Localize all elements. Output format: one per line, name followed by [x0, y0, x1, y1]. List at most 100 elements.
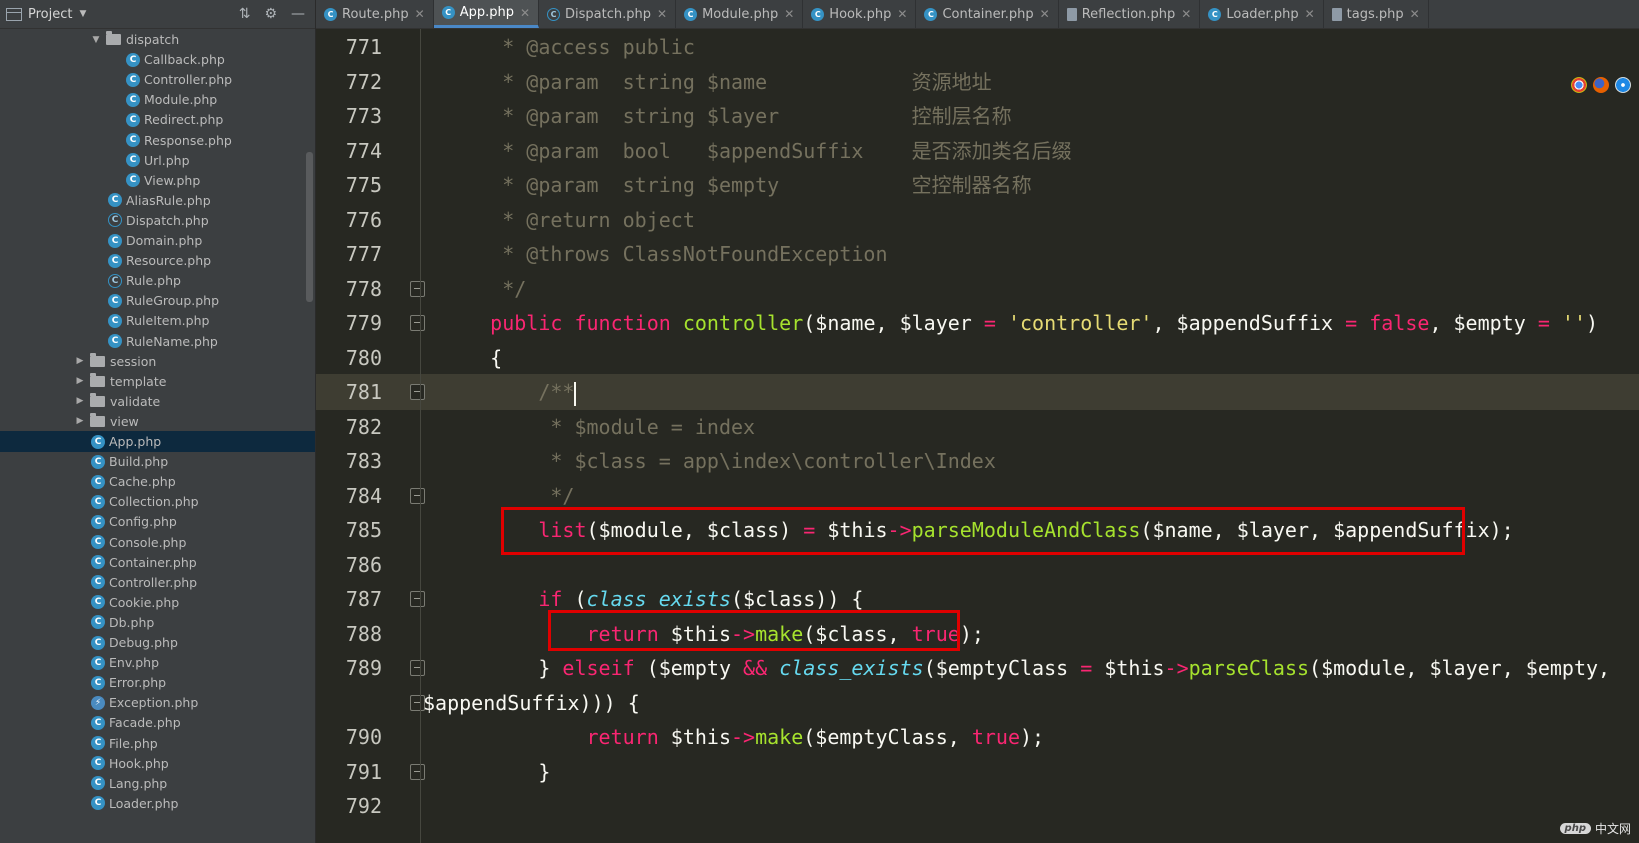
hide-panel-icon[interactable]: — — [291, 6, 305, 22]
code-line[interactable]: 792 — [316, 788, 1639, 824]
gear-icon[interactable]: ⚙ — [264, 6, 277, 22]
project-title[interactable]: Project — [28, 7, 72, 22]
close-icon[interactable]: ✕ — [657, 7, 667, 21]
tree-file[interactable]: C File.php — [0, 733, 315, 754]
tree-folder[interactable]: ▶ validate — [0, 391, 315, 412]
tab-tags[interactable]: tags.php ✕ — [1324, 0, 1429, 28]
code-line[interactable]: 789 } elseif ($empty && class_exists($em… — [316, 650, 1639, 686]
close-icon[interactable]: ✕ — [1305, 7, 1315, 21]
code-line[interactable]: 783 * $class = app\index\controller\Inde… — [316, 443, 1639, 479]
code-line[interactable]: 778 */ — [316, 271, 1639, 307]
close-icon[interactable]: ✕ — [415, 7, 425, 21]
tree-file[interactable]: C View.php — [0, 170, 315, 191]
tree-file[interactable]: C Domain.php — [0, 230, 315, 251]
collapsed-arrow-icon[interactable]: ▶ — [74, 416, 86, 426]
fold-marker-icon[interactable] — [410, 660, 425, 676]
tree-file[interactable]: C Container.php — [0, 552, 315, 573]
tree-file[interactable]: C Callback.php — [0, 49, 315, 70]
fold-marker-icon[interactable] — [410, 487, 425, 504]
tree-file[interactable]: C Resource.php — [0, 250, 315, 271]
tab-module[interactable]: C Module.php ✕ — [676, 0, 804, 28]
close-icon[interactable]: ✕ — [1181, 7, 1191, 21]
tree-file[interactable]: C Cookie.php — [0, 592, 315, 613]
tree-file[interactable]: C Error.php — [0, 672, 315, 693]
collapsed-arrow-icon[interactable]: ▶ — [74, 356, 86, 366]
fold-marker-icon[interactable] — [410, 315, 425, 331]
code-line[interactable]: $appendSuffix))) { — [316, 685, 1639, 721]
collapse-all-icon[interactable]: ⇅ — [239, 6, 251, 22]
tree-folder[interactable]: ▶ template — [0, 371, 315, 392]
tree-file[interactable]: C Db.php — [0, 612, 315, 633]
fold-marker-icon[interactable] — [410, 384, 425, 400]
tree-file[interactable]: C Facade.php — [0, 712, 315, 733]
tab-reflection[interactable]: Reflection.php ✕ — [1059, 0, 1201, 28]
tree-file[interactable]: C Hook.php — [0, 753, 315, 774]
tree-file[interactable]: C Loader.php — [0, 793, 315, 814]
code-editor[interactable]: 771 * @access public 772 * @param string … — [316, 29, 1639, 843]
tree-file[interactable]: C Rule.php — [0, 270, 315, 291]
tree-file[interactable]: C Env.php — [0, 652, 315, 673]
tree-file[interactable]: C Console.php — [0, 532, 315, 553]
tree-file[interactable]: C Cache.php — [0, 471, 315, 492]
tree-file[interactable]: C Controller.php — [0, 69, 315, 90]
collapsed-arrow-icon[interactable]: ▶ — [74, 396, 86, 406]
code-line[interactable]: 791 } — [316, 754, 1639, 790]
collapsed-arrow-icon[interactable]: ▶ — [74, 376, 86, 386]
close-icon[interactable]: ✕ — [1040, 7, 1050, 21]
expanded-arrow-icon[interactable]: ▼ — [90, 35, 102, 45]
firefox-icon[interactable] — [1593, 77, 1609, 93]
code-line[interactable]: 775 * @param string $empty 空控制器名称 — [316, 167, 1639, 203]
code-line[interactable]: 780 { — [316, 340, 1639, 376]
tree-file[interactable]: C Debug.php — [0, 632, 315, 653]
tree-file[interactable]: C Url.php — [0, 150, 315, 171]
code-line[interactable]: 790 return $this->make($emptyClass, true… — [316, 719, 1639, 755]
tab-hook[interactable]: C Hook.php ✕ — [803, 0, 917, 28]
tree-file[interactable]: C App.php — [0, 431, 315, 452]
code-line[interactable]: 772 * @param string $name 资源地址 — [316, 64, 1639, 100]
fold-marker-icon[interactable] — [410, 591, 425, 607]
chrome-icon[interactable] — [1571, 77, 1587, 93]
code-line[interactable]: 779 public function controller($name, $l… — [316, 305, 1639, 341]
code-line[interactable]: 787 if (class_exists($class)) { — [316, 581, 1639, 617]
chevron-down-icon[interactable]: ▼ — [79, 9, 86, 19]
tree-file[interactable]: C AliasRule.php — [0, 190, 315, 211]
code-line[interactable]: 782 * $module = index — [316, 409, 1639, 445]
code-line[interactable]: 777 * @throws ClassNotFoundException — [316, 236, 1639, 272]
fold-marker-icon[interactable] — [410, 763, 425, 780]
tab-loader[interactable]: C Loader.php ✕ — [1200, 0, 1324, 28]
tab-app[interactable]: C App.php ✕ — [433, 0, 540, 28]
tree-file[interactable]: C Collection.php — [0, 491, 315, 512]
fold-marker-icon[interactable] — [410, 280, 425, 297]
tab-container[interactable]: C Container.php ✕ — [916, 0, 1059, 28]
tree-file[interactable]: ⚡ Exception.php — [0, 692, 315, 713]
tree-folder[interactable]: ▶ view — [0, 411, 315, 432]
code-line[interactable]: 773 * @param string $layer 控制层名称 — [316, 98, 1639, 134]
tree-folder[interactable]: ▼ dispatch — [0, 29, 315, 50]
code-line[interactable]: 781 /** — [316, 374, 1639, 410]
sidebar-scrollbar[interactable] — [306, 152, 313, 302]
code-token: return — [586, 725, 659, 749]
close-icon[interactable]: ✕ — [1410, 7, 1420, 21]
tree-file[interactable]: C RuleItem.php — [0, 310, 315, 331]
tree-file[interactable]: C Redirect.php — [0, 109, 315, 130]
tree-folder[interactable]: ▶ session — [0, 351, 315, 372]
tree-file[interactable]: C Lang.php — [0, 773, 315, 794]
tree-file[interactable]: C RuleGroup.php — [0, 290, 315, 311]
tree-file[interactable]: C Build.php — [0, 451, 315, 472]
close-icon[interactable]: ✕ — [784, 7, 794, 21]
tab-route[interactable]: C Route.php ✕ — [316, 0, 434, 28]
tree-file[interactable]: C Dispatch.php — [0, 210, 315, 231]
tree-file[interactable]: C Response.php — [0, 130, 315, 151]
tree-file[interactable]: C RuleName.php — [0, 331, 315, 352]
close-icon[interactable]: ✕ — [897, 7, 907, 21]
tab-dispatch[interactable]: C Dispatch.php ✕ — [539, 0, 677, 28]
code-line[interactable]: 771 * @access public — [316, 29, 1639, 65]
tree-file[interactable]: C Module.php — [0, 89, 315, 110]
safari-icon[interactable] — [1615, 77, 1631, 93]
code-line[interactable]: 776 * @return object — [316, 202, 1639, 238]
code-line[interactable]: 788 return $this->make($class, true); — [316, 616, 1639, 652]
tree-file[interactable]: C Config.php — [0, 511, 315, 532]
tree-file[interactable]: C Controller.php — [0, 572, 315, 593]
close-icon[interactable]: ✕ — [520, 6, 530, 20]
code-line[interactable]: 774 * @param bool $appendSuffix 是否添加类名后缀 — [316, 133, 1639, 169]
